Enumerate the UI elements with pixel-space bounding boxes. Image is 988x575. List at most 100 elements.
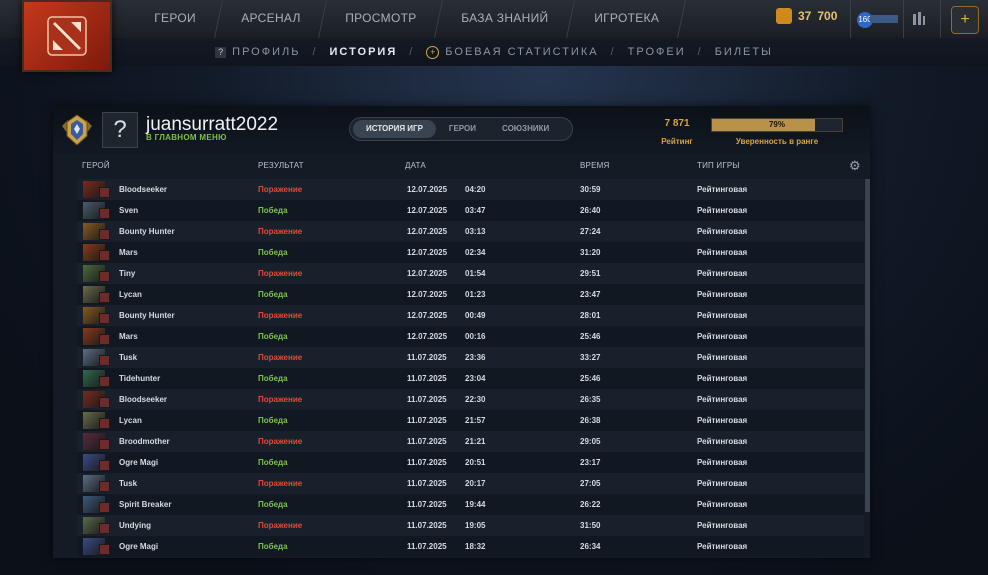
nav-learn[interactable]: БАЗА ЗНАНИЙ: [435, 0, 576, 38]
match-result: Поражение: [258, 353, 303, 362]
dota-logo[interactable]: [22, 0, 112, 72]
table-row[interactable]: Bloodseeker Поражение 11.07.2025 22:30 2…: [77, 389, 864, 410]
game-mode: Рейтинговая: [697, 500, 748, 509]
game-mode: Рейтинговая: [697, 374, 748, 383]
match-duration: 33:27: [580, 353, 601, 362]
nav-heroes[interactable]: ГЕРОИ: [119, 0, 223, 38]
match-result: Поражение: [258, 185, 303, 194]
subnav-separator: /: [312, 46, 318, 58]
column-header-result[interactable]: РЕЗУЛЬТАТ: [258, 161, 304, 170]
nav-arcade-label: ИГРОТЕКА: [593, 11, 659, 25]
match-time: 21:57: [465, 416, 486, 425]
match-duration: 23:17: [580, 458, 601, 467]
table-row[interactable]: Ogre Magi Победа 11.07.2025 18:32 26:34 …: [77, 536, 864, 557]
shards-icon: [776, 8, 792, 24]
hero-facet-icon: [99, 502, 110, 513]
gear-icon[interactable]: ⚙: [849, 159, 862, 172]
match-duration: 27:24: [580, 227, 601, 236]
match-date: 11.07.2025: [407, 374, 447, 383]
hero-facet-icon: [99, 229, 110, 240]
hero-facet-icon: [99, 418, 110, 429]
match-date: 12.07.2025: [407, 185, 448, 194]
table-row[interactable]: Bloodseeker Поражение 12.07.2025 04:20 3…: [77, 179, 864, 200]
nav-armory[interactable]: АРСЕНАЛ: [214, 0, 328, 38]
subnav-tickets[interactable]: БИЛЕТЫ: [715, 46, 773, 58]
nav-arcade[interactable]: ИГРОТЕКА: [567, 0, 686, 38]
table-row[interactable]: Spirit Breaker Победа 11.07.2025 19:44 2…: [77, 494, 864, 515]
subnav-stats[interactable]: + БОЕВАЯ СТАТИСТИКА: [426, 45, 598, 59]
table-row[interactable]: Bounty Hunter Поражение 12.07.2025 00:49…: [77, 305, 864, 326]
table-row[interactable]: Broodmother Поражение 11.07.2025 21:21 2…: [77, 431, 864, 452]
rank-confidence-bar: 79%: [711, 118, 843, 132]
shards-count-1: 37: [798, 9, 812, 23]
table-row[interactable]: Tidehunter Победа 11.07.2025 23:04 25:46…: [77, 368, 864, 389]
match-time: 01:23: [465, 290, 486, 299]
subnav-history[interactable]: ИСТОРИЯ: [330, 46, 398, 58]
match-date: 11.07.2025: [407, 500, 447, 509]
table-row[interactable]: Tusk Поражение 11.07.2025 20:17 27:05 Ре…: [77, 473, 864, 494]
game-mode: Рейтинговая: [697, 542, 748, 551]
match-time: 22:30: [465, 395, 486, 404]
match-result: Победа: [258, 500, 288, 509]
table-row[interactable]: Tusk Поражение 11.07.2025 23:36 33:27 Ре…: [77, 347, 864, 368]
game-mode: Рейтинговая: [697, 248, 748, 257]
game-mode: Рейтинговая: [697, 479, 748, 488]
table-row[interactable]: Tiny Поражение 12.07.2025 01:54 29:51 Ре…: [77, 263, 864, 284]
match-history-panel: ? juansurratt2022 В ГЛАВНОМ МЕНЮ ИСТОРИЯ…: [53, 106, 870, 558]
game-mode: Рейтинговая: [697, 185, 748, 194]
match-date: 12.07.2025: [407, 206, 448, 215]
match-result: Победа: [258, 374, 288, 383]
game-mode: Рейтинговая: [697, 227, 748, 236]
table-row[interactable]: Bounty Hunter Поражение 12.07.2025 03:13…: [77, 221, 864, 242]
tab-heroes[interactable]: ГЕРОИ: [436, 120, 489, 138]
hero-facet-icon: [99, 313, 110, 324]
table-row[interactable]: Ogre Magi Победа 11.07.2025 20:51 23:17 …: [77, 452, 864, 473]
match-time: 18:32: [465, 542, 486, 551]
game-mode: Рейтинговая: [697, 290, 748, 299]
tab-match-history[interactable]: ИСТОРИЯ ИГР: [353, 120, 436, 138]
match-duration: 27:05: [580, 479, 601, 488]
table-row[interactable]: Mars Победа 12.07.2025 02:34 31:20 Рейти…: [77, 242, 864, 263]
top-navigation-bar: ГЕРОИ АРСЕНАЛ ПРОСМОТР БАЗА ЗНАНИЙ ИГРОТ…: [0, 0, 988, 39]
match-date: 12.07.2025: [407, 332, 448, 341]
match-result: Победа: [258, 332, 288, 341]
nav-watch[interactable]: ПРОСМОТР: [319, 0, 444, 38]
column-header-hero[interactable]: ГЕРОЙ: [82, 161, 110, 170]
hero-name: Bounty Hunter: [119, 311, 175, 320]
match-duration: 29:05: [580, 437, 601, 446]
match-time: 23:36: [465, 353, 486, 362]
match-time: 00:49: [465, 311, 486, 320]
match-time: 23:04: [465, 374, 486, 383]
game-mode: Рейтинговая: [697, 353, 748, 362]
table-row[interactable]: Lycan Победа 12.07.2025 01:23 23:47 Рейт…: [77, 284, 864, 305]
column-header-mode[interactable]: ТИП ИГРЫ: [697, 161, 740, 170]
shards-count-2: 700: [817, 9, 838, 23]
user-status: В ГЛАВНОМ МЕНЮ: [146, 133, 227, 142]
plus-icon[interactable]: +: [951, 6, 979, 34]
match-result: Победа: [258, 248, 288, 257]
hero-name: Mars: [119, 332, 138, 341]
scrollbar[interactable]: [865, 179, 870, 512]
shards-wallet[interactable]: 37 700: [776, 8, 837, 24]
avatar[interactable]: ?: [102, 112, 138, 148]
subnav-trophies[interactable]: ТРОФЕИ: [628, 46, 686, 58]
hero-name: Ogre Magi: [119, 542, 159, 551]
table-row[interactable]: Mars Победа 12.07.2025 00:16 25:46 Рейти…: [77, 326, 864, 347]
match-date: 11.07.2025: [407, 353, 447, 362]
column-header-date[interactable]: ДАТА: [405, 161, 426, 170]
column-header-duration[interactable]: ВРЕМЯ: [580, 161, 609, 170]
table-row[interactable]: Lycan Победа 11.07.2025 21:57 26:38 Рейт…: [77, 410, 864, 431]
stats-icon[interactable]: [906, 6, 932, 32]
divider: [940, 0, 941, 38]
match-time: 01:54: [465, 269, 486, 278]
history-tabs: ИСТОРИЯ ИГР ГЕРОИ СОЮЗНИКИ: [349, 117, 573, 141]
match-date: 11.07.2025: [407, 458, 447, 467]
match-result: Победа: [258, 542, 288, 551]
table-row[interactable]: Sven Победа 12.07.2025 03:47 26:40 Рейти…: [77, 200, 864, 221]
subnav-profile[interactable]: ? ПРОФИЛЬ: [215, 46, 300, 58]
match-time: 20:51: [465, 458, 486, 467]
tab-allies[interactable]: СОЮЗНИКИ: [489, 120, 562, 138]
table-row[interactable]: Undying Поражение 11.07.2025 19:05 31:50…: [77, 515, 864, 536]
game-mode: Рейтинговая: [697, 206, 748, 215]
match-time: 19:44: [465, 500, 486, 509]
